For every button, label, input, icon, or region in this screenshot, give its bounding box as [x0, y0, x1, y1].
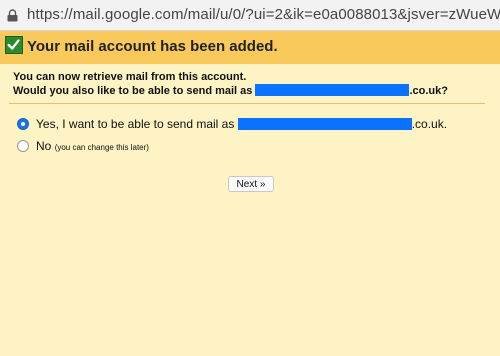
lock-icon — [7, 9, 18, 22]
option-no-label[interactable]: No (you can change this later) — [36, 139, 149, 153]
option-yes-text: Yes, I want to be able to send mail as — [36, 117, 235, 131]
info-line-2: Would you also like to be able to send m… — [13, 84, 448, 98]
option-yes-label[interactable]: Yes, I want to be able to send mail as .… — [36, 117, 447, 131]
dialog-content: You can now retrieve mail from this acco… — [0, 64, 500, 356]
divider — [9, 103, 485, 104]
info-text: You can now retrieve mail from this acco… — [13, 71, 448, 98]
info-line-1: You can now retrieve mail from this acco… — [13, 71, 247, 83]
url-text[interactable]: https://mail.google.com/mail/u/0/?ui=2&i… — [27, 6, 500, 23]
banner-title: Your mail account has been added. — [27, 38, 278, 55]
option-yes-suffix: .co.uk. — [411, 117, 448, 131]
radio-yes[interactable] — [17, 118, 29, 130]
info-line-2-prefix: Would you also like to be able to send m… — [13, 85, 253, 97]
redacted-email — [237, 118, 412, 130]
checkmark-icon — [5, 36, 23, 54]
success-banner: Your mail account has been added. — [0, 31, 500, 64]
info-line-2-suffix: .co.uk? — [409, 85, 448, 97]
option-no-note: (you can change this later) — [54, 143, 149, 152]
redacted-email — [255, 84, 410, 96]
option-no-text: No — [36, 139, 52, 153]
next-button[interactable]: Next » — [228, 176, 274, 192]
radio-no[interactable] — [17, 140, 29, 152]
address-bar[interactable]: https://mail.google.com/mail/u/0/?ui=2&i… — [0, 0, 500, 31]
